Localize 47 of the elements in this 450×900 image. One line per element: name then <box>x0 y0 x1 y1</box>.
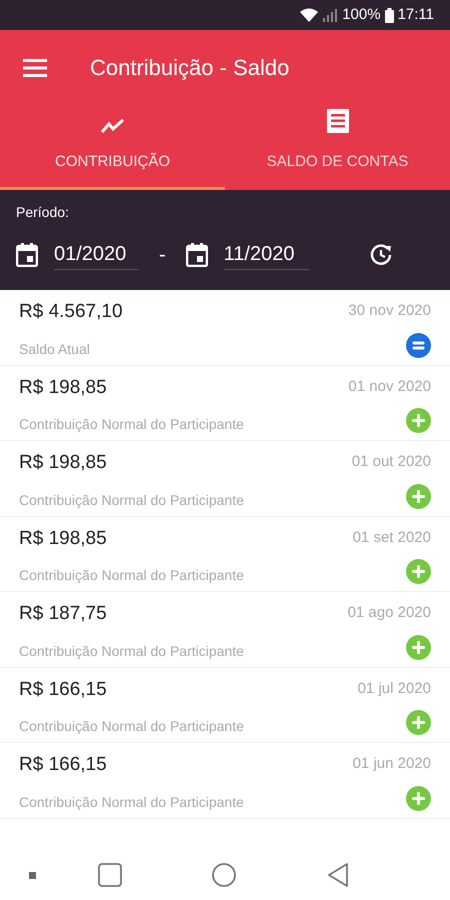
calendar-icon <box>186 242 208 266</box>
back-icon[interactable] <box>328 863 348 887</box>
home-icon[interactable] <box>212 863 236 887</box>
entry-date: 01 nov 2020 <box>348 376 431 396</box>
history-icon <box>369 242 393 266</box>
battery-icon <box>384 8 394 22</box>
plus-icon <box>406 786 431 810</box>
entry-description: Contribuição Normal do Participante <box>19 490 244 510</box>
amount: R$ 198,85 <box>19 451 108 475</box>
wifi-icon <box>300 8 318 22</box>
entry-date: 01 set 2020 <box>352 528 431 548</box>
plus-icon <box>406 710 431 735</box>
plus-icon <box>406 408 431 433</box>
entry-description: Contribuição Normal do Participante <box>19 792 244 812</box>
amount: R$ 187,75 <box>19 602 108 626</box>
menu-icon <box>23 58 47 76</box>
screen-title: Contribuição - Saldo <box>90 54 290 82</box>
end-date-field[interactable]: 11/2020 <box>224 239 309 270</box>
recents-icon[interactable] <box>98 863 122 887</box>
amount: R$ 198,85 <box>19 376 108 400</box>
equals-icon <box>406 332 431 358</box>
entry-date: 30 nov 2020 <box>348 301 431 321</box>
entry-description: Contribuição Normal do Participante <box>19 717 244 736</box>
entry-date: 01 out 2020 <box>352 452 431 472</box>
entry-date: 01 jun 2020 <box>352 754 431 774</box>
amount: R$ 198,85 <box>19 526 108 550</box>
plus-icon <box>406 634 431 660</box>
plus-icon <box>406 484 431 508</box>
entry-description: Saldo Atual <box>19 340 91 358</box>
period-label: Período: <box>16 203 69 222</box>
entry-description: Contribuição Normal do Participante <box>19 566 244 585</box>
plus-icon <box>406 559 431 584</box>
entry-description: Contribuição Normal do Participante <box>19 642 244 661</box>
clock: 17:11 <box>398 4 434 25</box>
signal-icon <box>322 8 338 22</box>
trend-icon <box>100 118 124 132</box>
date-separator: - <box>159 242 166 268</box>
list-icon <box>326 108 348 132</box>
entry-date: 01 jul 2020 <box>358 678 431 698</box>
amount: R$ 166,15 <box>19 753 108 777</box>
entry-date: 01 ago 2020 <box>348 603 431 623</box>
battery-percent: 100% <box>342 4 381 25</box>
calendar-icon <box>16 242 38 266</box>
amount: R$ 4.567,10 <box>19 300 123 324</box>
amount: R$ 166,15 <box>19 678 108 702</box>
start-date-field[interactable]: 01/2020 <box>54 239 139 270</box>
entry-description: Contribuição Normal do Participante <box>19 415 244 434</box>
